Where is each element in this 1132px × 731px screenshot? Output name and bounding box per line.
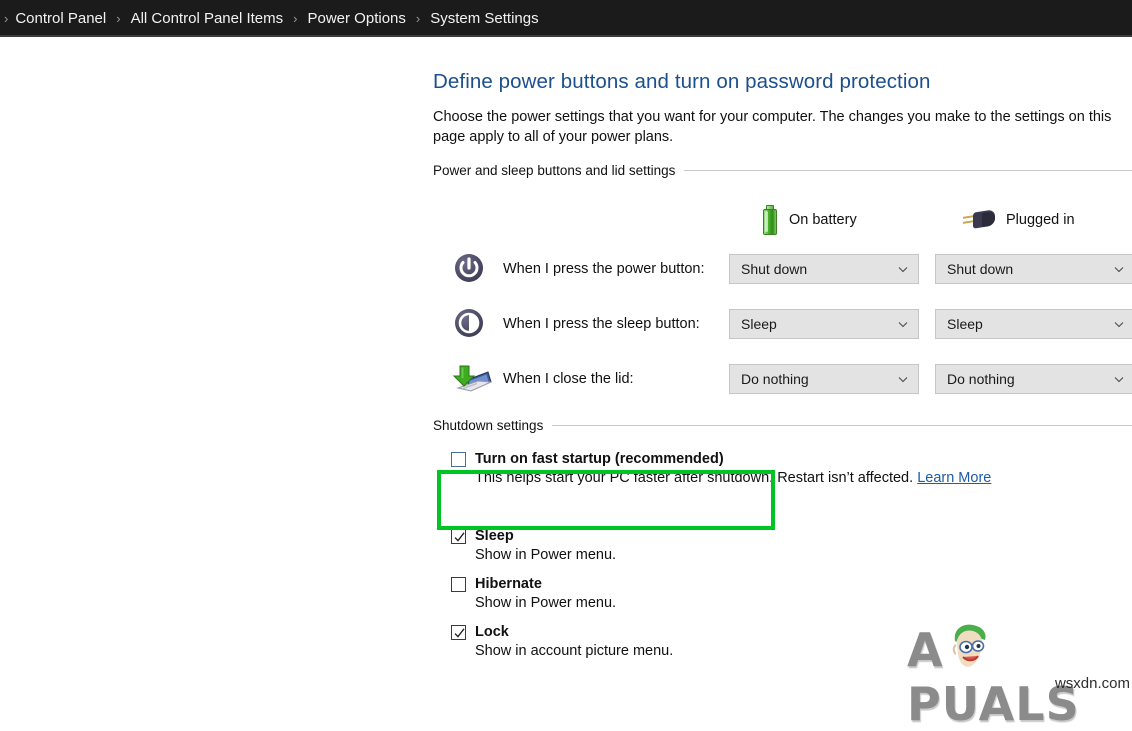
option-title: Sleep [475, 528, 514, 544]
chevron-right-icon: › [286, 11, 304, 26]
mascot-face-icon [943, 621, 999, 679]
sleep-button-icon [450, 303, 494, 345]
dropdown-power-button-plugged-in[interactable]: Shut down [935, 254, 1132, 284]
dropdown-close-lid-plugged-in[interactable]: Do nothing [935, 364, 1132, 394]
breadcrumb-item-control-panel[interactable]: Control Panel [12, 10, 109, 27]
breadcrumb-item-all-control-panel-items[interactable]: All Control Panel Items [128, 10, 287, 27]
power-symbol-icon [450, 249, 488, 287]
section-shutdown-settings: Shutdown settings [433, 418, 1132, 433]
setting-row-label: When I close the lid: [503, 371, 634, 387]
chevron-down-icon [897, 373, 909, 385]
checkbox-hibernate[interactable] [451, 577, 466, 592]
chevron-down-icon [1113, 318, 1125, 330]
option-description-text: This helps start your PC faster after sh… [475, 470, 917, 486]
option-header: Lock [451, 624, 673, 640]
page-description: Choose the power settings that you want … [433, 107, 1132, 147]
dropdown-power-button-on-battery[interactable]: Shut down [729, 254, 919, 284]
watermark-site-text: wsxdn.com [1055, 675, 1130, 692]
battery-icon [762, 205, 779, 236]
option-sleep: Sleep Show in Power menu. [451, 528, 616, 563]
column-header-plugged-in: Plugged in [962, 202, 1075, 238]
page-content: Define power buttons and turn on passwor… [0, 37, 1132, 656]
power-button-icon [450, 248, 494, 290]
column-header-label: Plugged in [1006, 212, 1075, 228]
dropdown-sleep-button-on-battery[interactable]: Sleep [729, 309, 919, 339]
option-description: Show in account picture menu. [475, 643, 673, 659]
dropdown-value: Sleep [947, 316, 983, 332]
option-description: Show in Power menu. [475, 595, 616, 611]
chevron-right-icon: › [2, 11, 12, 26]
checkbox-fast-startup[interactable] [451, 452, 466, 467]
option-lock: Lock Show in account picture menu. [451, 624, 673, 659]
chevron-down-icon [897, 263, 909, 275]
option-fast-startup: Turn on fast startup (recommended) This … [451, 451, 991, 486]
checkmark-icon [453, 531, 466, 544]
setting-row-close-lid: When I close the lid: Do nothing Do noth… [433, 357, 1132, 401]
dropdown-sleep-button-plugged-in[interactable]: Sleep [935, 309, 1132, 339]
dropdown-value: Sleep [741, 316, 777, 332]
section-label: Shutdown settings [433, 418, 552, 433]
setting-row-power-button: When I press the power button: Shut down… [433, 247, 1132, 291]
section-divider [684, 170, 1132, 171]
checkbox-sleep[interactable] [451, 529, 466, 544]
breadcrumb-bar: › Control Panel › All Control Panel Item… [0, 0, 1132, 37]
option-header: Hibernate [451, 576, 616, 592]
option-header: Turn on fast startup (recommended) [451, 451, 991, 467]
option-title: Hibernate [475, 576, 542, 592]
option-description: This helps start your PC faster after sh… [475, 470, 991, 486]
section-divider [552, 425, 1132, 426]
chevron-down-icon [1113, 373, 1125, 385]
setting-row-label: When I press the power button: [503, 261, 705, 277]
chevron-right-icon: › [109, 11, 127, 26]
dropdown-value: Do nothing [947, 371, 1015, 387]
checkbox-lock[interactable] [451, 625, 466, 640]
dropdown-close-lid-on-battery[interactable]: Do nothing [729, 364, 919, 394]
option-title: Lock [475, 624, 509, 640]
laptop-lid-icon [450, 358, 494, 400]
watermark: A PUALS wsxdn.com [905, 623, 1132, 693]
option-header: Sleep [451, 528, 616, 544]
chevron-down-icon [1113, 263, 1125, 275]
setting-row-sleep-button: When I press the sleep button: Sleep Sle… [433, 302, 1132, 346]
option-description: Show in Power menu. [475, 547, 616, 563]
chevron-down-icon [897, 318, 909, 330]
power-plug-icon [962, 208, 996, 232]
section-label: Power and sleep buttons and lid settings [433, 163, 684, 178]
chevron-right-icon: › [409, 11, 427, 26]
section-power-sleep-buttons: Power and sleep buttons and lid settings [433, 163, 1132, 178]
dropdown-value: Shut down [741, 261, 807, 277]
option-hibernate: Hibernate Show in Power menu. [451, 576, 616, 611]
checkmark-icon [453, 627, 466, 640]
learn-more-link[interactable]: Learn More [917, 470, 991, 486]
column-header-on-battery: On battery [762, 202, 857, 238]
dropdown-value: Shut down [947, 261, 1013, 277]
dropdown-value: Do nothing [741, 371, 809, 387]
page-title: Define power buttons and turn on passwor… [433, 70, 931, 94]
option-title: Turn on fast startup (recommended) [475, 451, 724, 467]
setting-row-label: When I press the sleep button: [503, 316, 700, 332]
breadcrumb-item-system-settings[interactable]: System Settings [427, 10, 541, 27]
breadcrumb-item-power-options[interactable]: Power Options [305, 10, 409, 27]
moon-symbol-icon [450, 304, 488, 342]
column-header-label: On battery [789, 212, 857, 228]
